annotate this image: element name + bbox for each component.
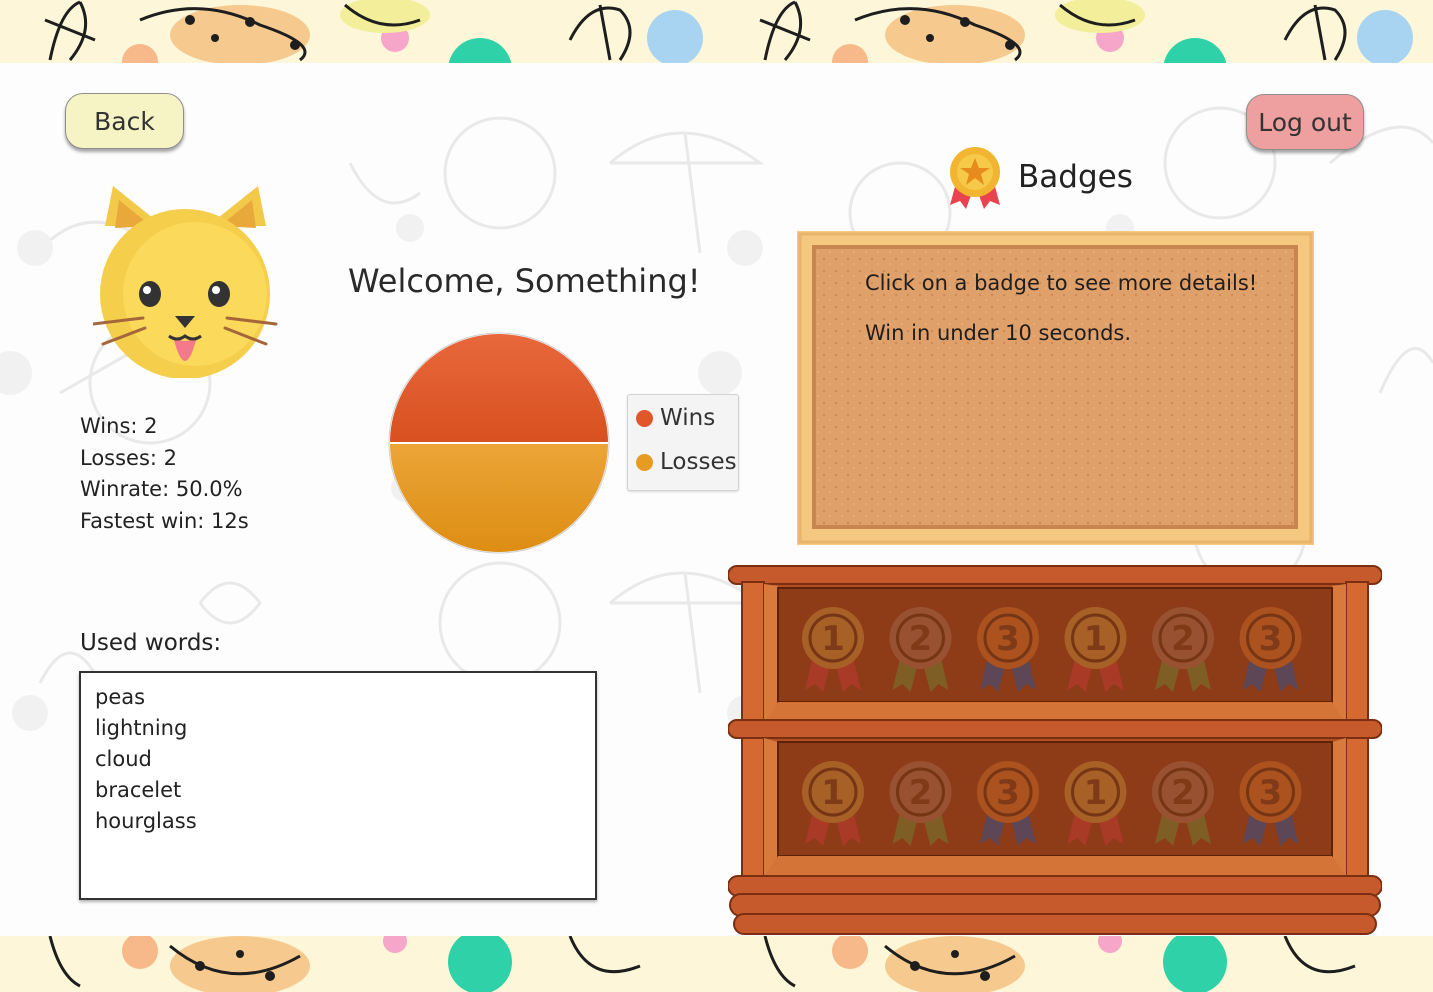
pie-slice-losses[interactable] bbox=[387, 442, 611, 554]
wins-losses-pie-chart bbox=[387, 332, 611, 554]
badge-number-label: 2 bbox=[1171, 619, 1195, 659]
legend-label-wins: Wins bbox=[660, 405, 716, 431]
legend-label-losses: Losses bbox=[660, 449, 737, 475]
player-stats: Wins: 2 Losses: 2 Winrate: 50.0% Fastest… bbox=[80, 411, 249, 537]
chart-legend: Wins Losses bbox=[627, 394, 739, 491]
badge-number-label: 1 bbox=[821, 773, 845, 813]
cat-face-icon bbox=[93, 186, 278, 378]
badges-title: Badges bbox=[1018, 159, 1133, 195]
badge-number-label: 1 bbox=[1084, 773, 1108, 813]
legend-dot-wins bbox=[636, 409, 653, 427]
back-button[interactable]: Back bbox=[65, 93, 184, 149]
pie-slice-wins[interactable] bbox=[387, 332, 611, 444]
badge-number-label: 2 bbox=[909, 619, 933, 659]
bottom-decorative-banner bbox=[0, 936, 1433, 992]
badge-number-label: 3 bbox=[996, 619, 1020, 659]
used-word-item: hourglass bbox=[95, 809, 197, 833]
used-word-item: bracelet bbox=[95, 778, 182, 802]
badge-hint-text: Click on a badge to see more details! bbox=[865, 271, 1258, 295]
badges-header: Badges bbox=[948, 145, 1133, 209]
medal-icon bbox=[950, 147, 1000, 209]
badge-number-label: 3 bbox=[1259, 773, 1283, 813]
badge-shelf: 1 2 3 1 2 3 1 2 3 1 2 3 bbox=[728, 565, 1382, 935]
used-words-list[interactable]: peas lightning cloud bracelet hourglass bbox=[79, 671, 597, 900]
beach-pattern-top bbox=[44, 0, 1413, 63]
winrate-stat: Winrate: 50.0% bbox=[80, 477, 243, 501]
fastest-win-stat: Fastest win: 12s bbox=[80, 508, 249, 533]
badge-detail-text: Win in under 10 seconds. bbox=[865, 321, 1132, 345]
badge-number-label: 1 bbox=[1084, 619, 1108, 659]
badge-number-label: 2 bbox=[909, 773, 933, 813]
used-words-label: Used words: bbox=[80, 630, 222, 656]
badge-number-label: 3 bbox=[996, 773, 1020, 813]
legend-item-losses[interactable]: Losses bbox=[636, 449, 737, 475]
badge-number-label: 2 bbox=[1171, 773, 1195, 813]
used-word-item: peas bbox=[95, 685, 146, 709]
legend-item-wins[interactable]: Wins bbox=[636, 405, 715, 431]
wins-stat: Wins: 2 bbox=[80, 414, 158, 438]
logout-button[interactable]: Log out bbox=[1246, 94, 1364, 150]
used-word-item: cloud bbox=[95, 747, 152, 771]
legend-dot-losses bbox=[636, 453, 653, 471]
badge-number-label: 3 bbox=[1259, 619, 1283, 659]
top-decorative-banner bbox=[0, 0, 1433, 63]
losses-stat: Losses: 2 bbox=[80, 445, 178, 470]
badge-number-label: 1 bbox=[821, 619, 845, 659]
used-word-item: lightning bbox=[95, 716, 188, 740]
welcome-heading: Welcome, Something! bbox=[348, 262, 701, 300]
beach-pattern-bottom bbox=[48, 936, 1356, 992]
